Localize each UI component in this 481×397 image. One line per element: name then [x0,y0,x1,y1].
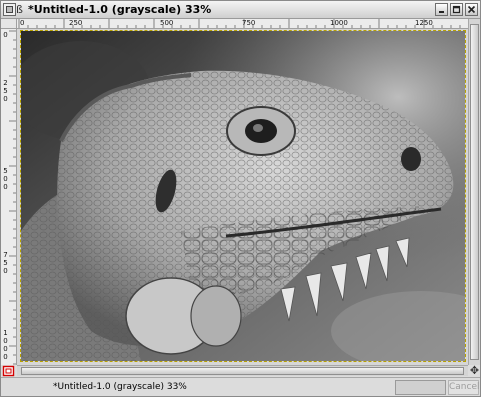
progress-field [395,380,446,395]
window-title: *Untitled-1.0 (grayscale) 33% [28,3,212,16]
ruler-label: 0 [3,95,8,103]
horizontal-scrollbar[interactable] [17,365,468,376]
close-icon[interactable] [465,3,478,16]
ruler-label: 2 [3,79,8,87]
cancel-button[interactable]: Cancel [448,380,480,395]
ruler-label: 0 [3,345,8,353]
ruler-label: 0 [3,353,8,361]
vertical-scroll-thumb[interactable] [470,24,479,360]
menu-icon[interactable] [3,3,16,16]
image-canvas[interactable] [17,29,468,365]
vertical-scrollbar[interactable] [468,19,480,365]
ruler-label: 1 [3,329,8,337]
image-layer[interactable] [20,30,466,362]
navigate-icon[interactable]: ✥ [469,365,480,376]
ruler-label: 0 [3,183,8,191]
horizontal-scroll-thumb[interactable] [21,367,464,375]
iguana-photo [21,31,465,361]
ruler-label: 500 [160,19,174,27]
ruler-label: 0 [3,175,8,183]
ruler-corner[interactable] [1,19,17,29]
maximize-icon[interactable] [450,3,463,16]
pin-icon[interactable]: ß [16,2,26,17]
vertical-ruler[interactable]: 0 2 5 0 5 0 0 7 5 0 1 0 0 0 [1,29,17,365]
ruler-label: 0 [3,31,8,39]
status-bar: *Untitled-1.0 (grayscale) 33% Cancel [1,377,480,396]
horizontal-ruler[interactable]: 0 250 500 750 1000 1250 [17,19,468,29]
ruler-label: 7 [3,251,8,259]
ruler-label: 250 [69,19,83,27]
ruler-label: 0 [20,19,25,27]
minimize-icon[interactable] [435,3,448,16]
ruler-label: 1250 [415,19,433,27]
ruler-label: 0 [3,337,8,345]
image-window: ß *Untitled-1.0 (grayscale) 33% 0 250 50… [0,0,481,397]
ruler-label: 1000 [330,19,348,27]
title-bar[interactable]: ß *Untitled-1.0 (grayscale) 33% [1,1,480,19]
ruler-label: 5 [3,259,8,267]
quickmask-toggle-icon[interactable] [2,365,15,377]
ruler-label: 5 [3,87,8,95]
ruler-label: 0 [3,267,8,275]
ruler-label: 5 [3,167,8,175]
ruler-label: 750 [242,19,256,27]
status-text: *Untitled-1.0 (grayscale) 33% [53,382,187,392]
